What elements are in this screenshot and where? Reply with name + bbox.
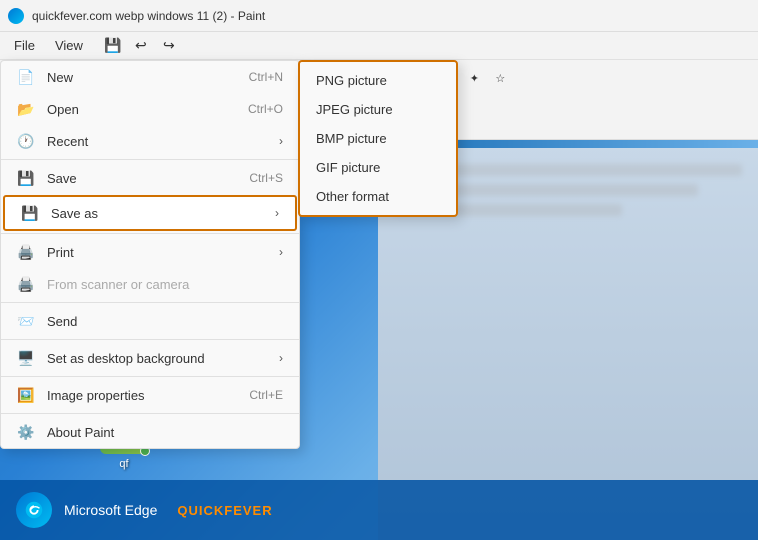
recent-arrow: › [279, 134, 283, 148]
saveas-arrow: › [275, 206, 279, 220]
menu-divider-3 [1, 302, 299, 303]
desktop-icon-label: qf [119, 458, 128, 470]
submenu-bmp[interactable]: BMP picture [300, 124, 456, 153]
open-label: Open [47, 102, 236, 117]
menu-item-send[interactable]: 📨 Send [1, 305, 299, 337]
save-label: Save [47, 171, 237, 186]
scanner-label: From scanner or camera [47, 277, 283, 292]
menu-bar: File View 💾 ↩ ↪ [0, 32, 758, 60]
submenu-other[interactable]: Other format [300, 182, 456, 211]
submenu-gif[interactable]: GIF picture [300, 153, 456, 182]
menu-item-scanner: 🖨️ From scanner or camera [1, 268, 299, 300]
print-icon: 🖨️ [17, 243, 35, 261]
menu-item-about[interactable]: ⚙️ About Paint [1, 416, 299, 448]
properties-shortcut: Ctrl+E [249, 388, 283, 402]
send-icon: 📨 [17, 312, 35, 330]
print-arrow: › [279, 245, 283, 259]
menu-divider-6 [1, 413, 299, 414]
menu-item-saveas[interactable]: 💾 Save as › [3, 195, 297, 231]
app-icon [8, 8, 24, 24]
desktop-arrow: › [279, 351, 283, 365]
menu-divider-1 [1, 159, 299, 160]
send-label: Send [47, 314, 283, 329]
open-icon: 📂 [17, 100, 35, 118]
quick-access-toolbar: 💾 ↩ ↪ [101, 34, 181, 58]
menu-file[interactable]: File [4, 34, 45, 57]
menu-divider-5 [1, 376, 299, 377]
desktop-label: Set as desktop background [47, 351, 267, 366]
menu-item-save[interactable]: 💾 Save Ctrl+S [1, 162, 299, 194]
brand-text: QUICKFEVER [177, 503, 272, 518]
print-label: Print [47, 245, 267, 260]
submenu-jpeg[interactable]: JPEG picture [300, 95, 456, 124]
submenu-png[interactable]: PNG picture [300, 66, 456, 95]
open-shortcut: Ctrl+O [248, 102, 283, 116]
menu-view[interactable]: View [45, 34, 93, 57]
window-title: quickfever.com webp windows 11 (2) - Pai… [32, 9, 265, 23]
bottom-bar: Microsoft Edge QUICKFEVER [0, 480, 758, 540]
edge-icon [16, 492, 52, 528]
about-label: About Paint [47, 425, 283, 440]
desktop-bg-icon: 🖥️ [17, 349, 35, 367]
menu-item-recent[interactable]: 🕐 Recent › [1, 125, 299, 157]
file-menu-dropdown: 📄 New Ctrl+N 📂 Open Ctrl+O 🕐 Recent › 💾 … [0, 60, 300, 449]
redo-button[interactable]: ↪ [157, 34, 181, 58]
properties-icon: 🖼️ [17, 386, 35, 404]
save-shortcut: Ctrl+S [249, 171, 283, 185]
star4-tool[interactable]: ✦ [462, 67, 486, 91]
save-icon: 💾 [17, 169, 35, 187]
star-tool[interactable]: ☆ [488, 67, 512, 91]
properties-label: Image properties [47, 388, 237, 403]
new-shortcut: Ctrl+N [249, 70, 283, 84]
save-qa-button[interactable]: 💾 [101, 34, 125, 58]
saveas-icon: 💾 [21, 204, 39, 222]
menu-item-properties[interactable]: 🖼️ Image properties Ctrl+E [1, 379, 299, 411]
menu-item-print[interactable]: 🖨️ Print › [1, 236, 299, 268]
new-icon: 📄 [17, 68, 35, 86]
menu-item-desktop[interactable]: 🖥️ Set as desktop background › [1, 342, 299, 374]
saveas-label: Save as [51, 206, 263, 221]
saveas-submenu: PNG picture JPEG picture BMP picture GIF… [298, 60, 458, 217]
about-icon: ⚙️ [17, 423, 35, 441]
recent-icon: 🕐 [17, 132, 35, 150]
menu-item-open[interactable]: 📂 Open Ctrl+O [1, 93, 299, 125]
recent-label: Recent [47, 134, 267, 149]
new-label: New [47, 70, 237, 85]
browser-name: Microsoft Edge [64, 502, 157, 518]
menu-divider-2 [1, 233, 299, 234]
menu-divider-4 [1, 339, 299, 340]
menu-item-new[interactable]: 📄 New Ctrl+N [1, 61, 299, 93]
scanner-icon: 🖨️ [17, 275, 35, 293]
undo-button[interactable]: ↩ [129, 34, 153, 58]
title-bar: quickfever.com webp windows 11 (2) - Pai… [0, 0, 758, 32]
